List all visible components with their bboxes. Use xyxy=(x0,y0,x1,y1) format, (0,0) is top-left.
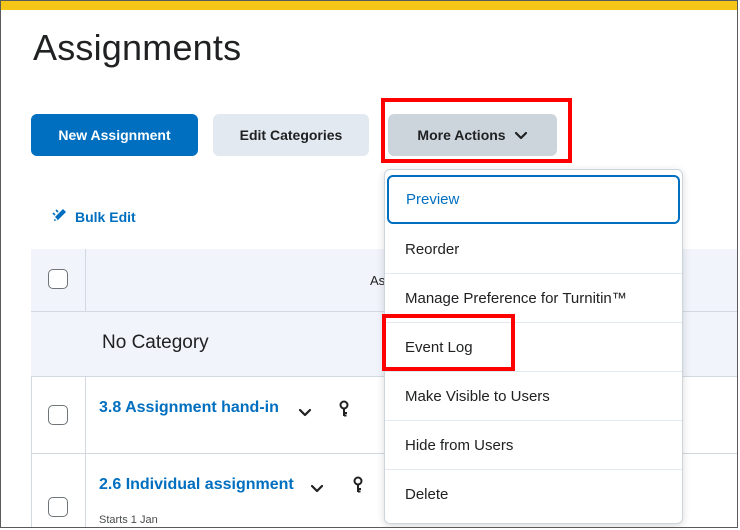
chevron-down-icon[interactable] xyxy=(310,481,324,495)
pencil-icon xyxy=(51,206,69,227)
assignment-start-date: Starts 1 Jan xyxy=(99,514,158,526)
page-title: Assignments xyxy=(33,27,242,68)
menu-item-preview[interactable]: Preview xyxy=(387,175,680,224)
new-assignment-button[interactable]: New Assignment xyxy=(31,114,198,156)
bulk-edit-label: Bulk Edit xyxy=(75,208,136,225)
bulk-edit-button[interactable]: Bulk Edit xyxy=(51,206,136,227)
menu-item-event-log[interactable]: Event Log xyxy=(385,323,682,372)
row-checkbox[interactable] xyxy=(48,405,68,425)
column-header-assignment: As xyxy=(370,273,386,288)
menu-item-delete[interactable]: Delete xyxy=(385,470,682,519)
menu-item-manage-turnitin[interactable]: Manage Preference for Turnitin™ xyxy=(385,274,682,323)
menu-item-reorder[interactable]: Reorder xyxy=(385,225,682,274)
row-checkbox[interactable] xyxy=(48,497,68,517)
column-divider xyxy=(85,249,86,527)
key-icon xyxy=(338,400,350,418)
select-all-checkbox[interactable] xyxy=(48,269,68,289)
key-icon xyxy=(352,476,364,494)
menu-item-make-visible[interactable]: Make Visible to Users xyxy=(385,372,682,421)
chevron-down-icon xyxy=(514,128,528,142)
menu-item-hide[interactable]: Hide from Users xyxy=(385,421,682,470)
more-actions-menu: Preview Reorder Manage Preference for Tu… xyxy=(384,169,683,524)
category-label: No Category xyxy=(102,332,209,353)
more-actions-label: More Actions xyxy=(417,127,506,143)
assignment-link[interactable]: 3.8 Assignment hand-in xyxy=(99,399,279,417)
top-accent-bar xyxy=(1,1,737,10)
app-window: Assignments New Assignment Edit Categori… xyxy=(0,0,738,528)
assignment-link[interactable]: 2.6 Individual assignment xyxy=(99,476,294,494)
edit-categories-button[interactable]: Edit Categories xyxy=(213,114,369,156)
chevron-down-icon[interactable] xyxy=(298,405,312,419)
more-actions-button[interactable]: More Actions xyxy=(388,114,557,156)
